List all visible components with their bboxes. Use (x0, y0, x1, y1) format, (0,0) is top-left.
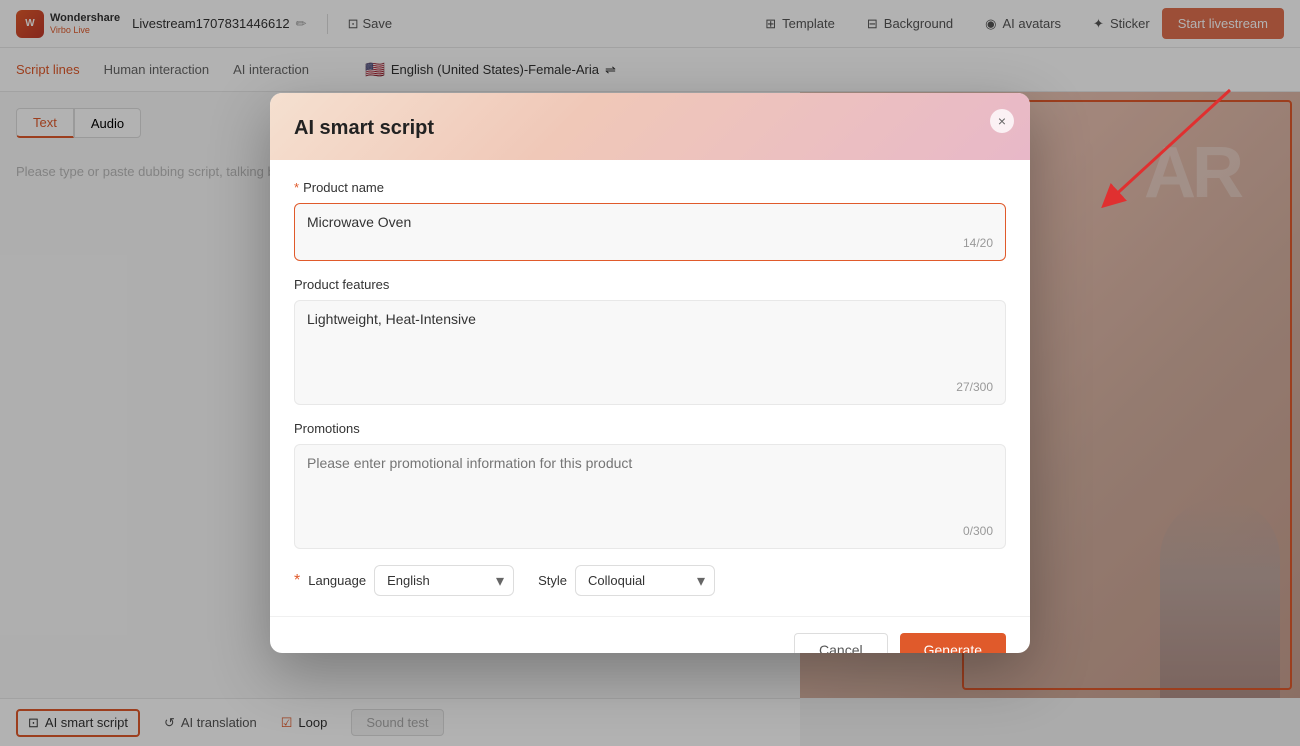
product-features-label: Product features (294, 277, 1006, 292)
language-select[interactable]: English Chinese Spanish (374, 565, 514, 596)
modal-title: AI smart script (294, 117, 1006, 140)
product-name-input[interactable] (307, 214, 993, 230)
modal-body: * Product name 14/20 Product features Li… (270, 160, 1030, 616)
style-field: Style Colloquial Formal Enthusiastic (538, 565, 715, 596)
style-select[interactable]: Colloquial Formal Enthusiastic (575, 565, 715, 596)
generate-button[interactable]: Generate (900, 633, 1006, 653)
promotions-char-count: 0/300 (307, 524, 993, 538)
language-select-wrapper: English Chinese Spanish (374, 565, 514, 596)
promotions-label: Promotions (294, 421, 1006, 436)
language-field: * Language English Chinese Spanish (294, 565, 514, 596)
promotions-input[interactable] (307, 455, 993, 515)
product-name-label: * Product name (294, 180, 1006, 195)
ai-smart-script-modal: AI smart script × * Product name 14/20 P… (270, 93, 1030, 653)
product-features-char-count: 27/300 (307, 380, 993, 394)
product-features-input[interactable]: Lightweight, Heat-Intensive (307, 311, 993, 371)
product-name-section: * Product name 14/20 (294, 180, 1006, 261)
promotions-section: Promotions 0/300 (294, 421, 1006, 549)
promotions-wrapper: 0/300 (294, 444, 1006, 549)
modal-footer: Cancel Generate (270, 616, 1030, 653)
modal-header: AI smart script × (270, 93, 1030, 160)
product-features-wrapper: Lightweight, Heat-Intensive 27/300 (294, 300, 1006, 405)
product-features-section: Product features Lightweight, Heat-Inten… (294, 277, 1006, 405)
cancel-button[interactable]: Cancel (794, 633, 888, 653)
modal-close-button[interactable]: × (990, 109, 1014, 133)
style-select-wrapper: Colloquial Formal Enthusiastic (575, 565, 715, 596)
product-name-char-count: 14/20 (307, 236, 993, 250)
form-bottom-row: * Language English Chinese Spanish Style… (294, 565, 1006, 596)
product-name-wrapper: 14/20 (294, 203, 1006, 261)
